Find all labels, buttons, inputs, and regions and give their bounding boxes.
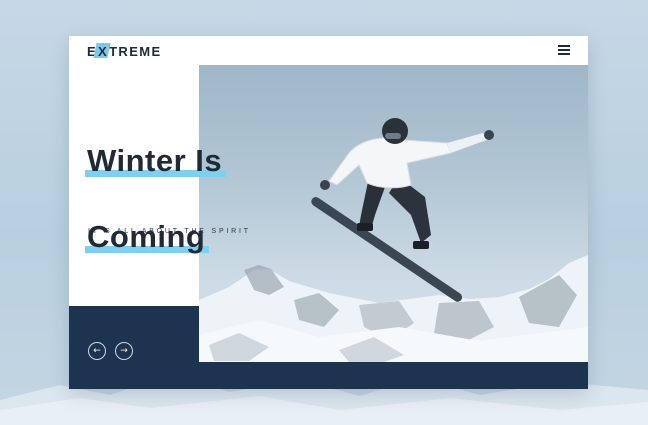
hero-image [199, 65, 588, 362]
headline-line-1: Winter Is [84, 143, 227, 178]
prev-slide-button[interactable]: ← [88, 342, 106, 360]
headline-line-2: Coming [84, 219, 210, 254]
logo-x-mark: X [98, 43, 109, 59]
top-navbar: E X TREME [69, 36, 588, 65]
brand-logo[interactable]: E X TREME [87, 42, 162, 60]
hero-subtitle: IT`S ALL ABOUT THE SPIRIT [88, 228, 251, 235]
hero-card: E X TREME Winter Is Coming IT`S ALL ABOU… [69, 36, 588, 389]
hamburger-menu-icon[interactable] [558, 45, 570, 55]
logo-suffix: TREME [109, 43, 162, 59]
helmet [382, 118, 408, 144]
arrow-left-icon: ← [93, 346, 101, 356]
arrow-right-icon: → [120, 346, 128, 356]
snowboarder-scene [199, 118, 588, 362]
snowboard [311, 197, 463, 302]
hero-headline: Winter Is Coming [84, 142, 227, 256]
navy-strip [199, 362, 588, 389]
next-slide-button[interactable]: → [115, 342, 133, 360]
